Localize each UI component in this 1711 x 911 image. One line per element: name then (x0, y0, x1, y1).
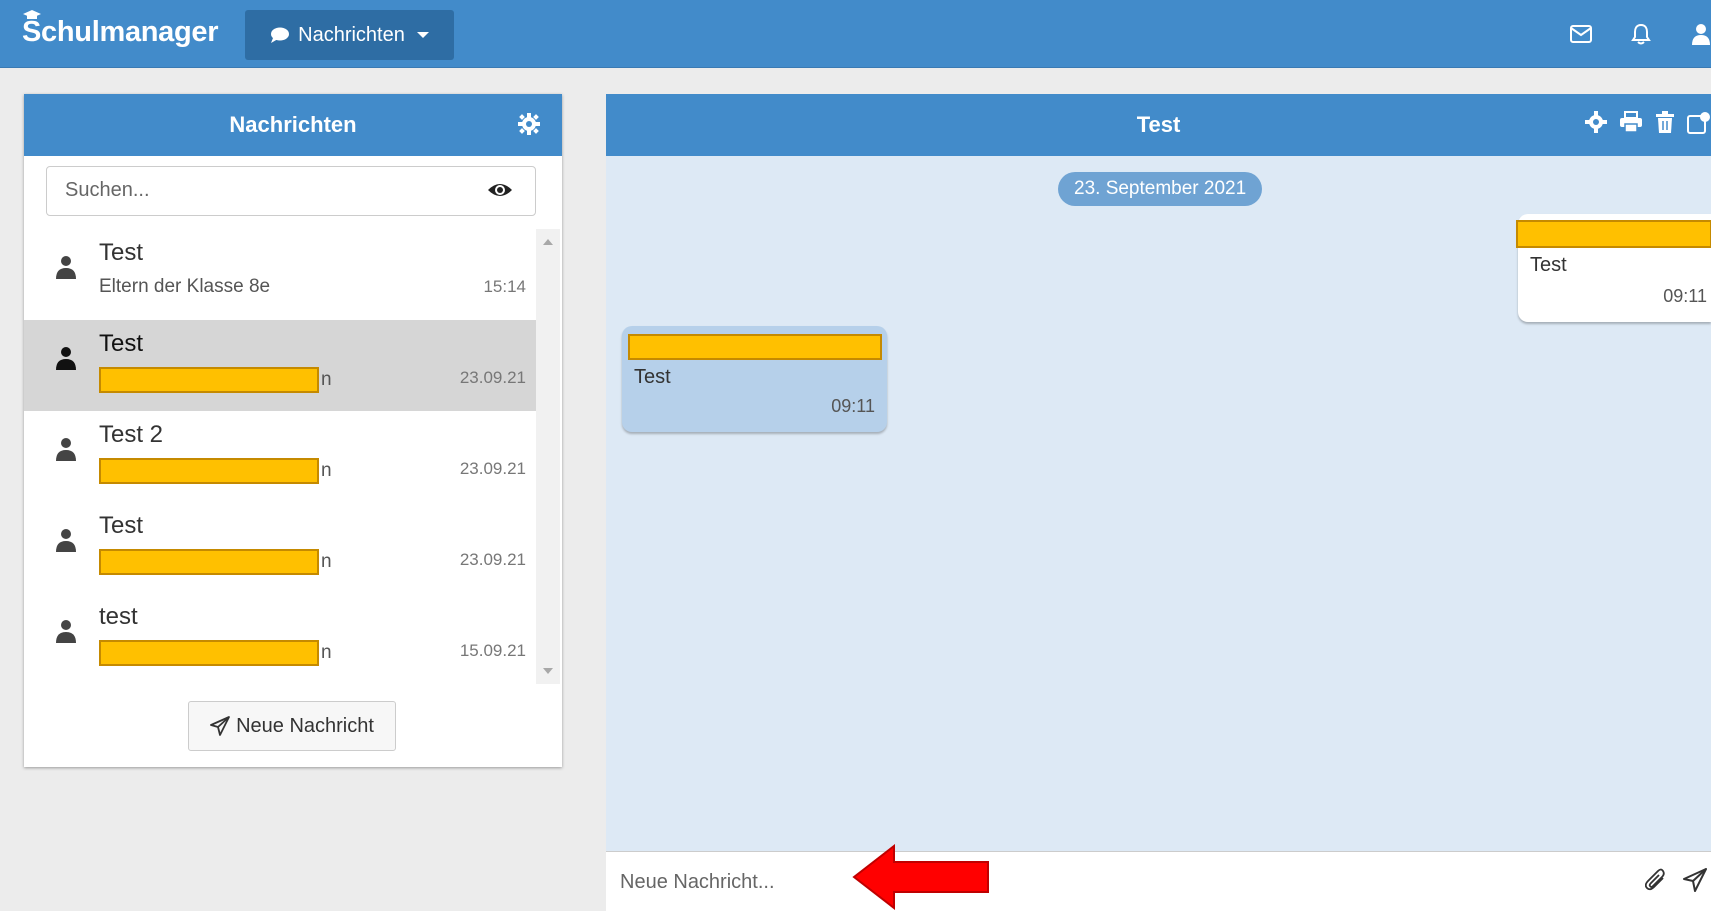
settings-gear-icon[interactable] (518, 113, 540, 135)
conversation-time: 23.09.21 (459, 368, 526, 387)
red-arrow-annotation (852, 844, 989, 910)
chat-panel: Test 23. September 2021 Test 09:11 Test … (606, 94, 1711, 911)
paperclip-icon[interactable] (1645, 868, 1667, 892)
conversations-header: Nachrichten (24, 94, 562, 156)
conversation-title: test (99, 603, 138, 630)
user-icon (56, 438, 76, 461)
conversation-subtitle: n (99, 458, 332, 484)
conversation-subtitle: Eltern der Klasse 8e (99, 276, 271, 297)
brand-logo[interactable]: Schulmanager (22, 10, 219, 49)
conversation-title: Test (99, 239, 144, 266)
brand-name: Schulmanager (22, 16, 219, 48)
send-paper-plane-icon[interactable] (1683, 868, 1707, 892)
message-composer (606, 851, 1711, 911)
conversation-subtitle: n (99, 367, 332, 393)
conversation-title: Test 2 (99, 421, 164, 448)
scroll-up-icon[interactable] (543, 239, 553, 245)
conversation-time: 23.09.21 (459, 459, 526, 478)
conversation-item-active[interactable]: Test n 23.09.21 (24, 320, 536, 411)
redaction-block (99, 458, 319, 484)
envelope-icon (1570, 25, 1592, 43)
received-message-bubble: Test 09:11 (622, 326, 887, 432)
mail-button[interactable] (1551, 18, 1611, 50)
new-message-label: Neue Nachricht (236, 714, 374, 737)
new-message-input[interactable] (618, 860, 1522, 904)
conversation-time: 15:14 (483, 277, 526, 296)
conversation-subtitle: n (99, 640, 332, 666)
bell-icon (1631, 23, 1651, 45)
notifications-button[interactable] (1611, 18, 1671, 50)
conversation-item[interactable]: Test 2 n 23.09.21 (24, 411, 536, 502)
conversation-subtitle: n (99, 549, 332, 575)
scroll-down-icon[interactable] (543, 668, 553, 674)
conversation-time: 23.09.21 (459, 550, 526, 569)
conversation-item[interactable]: Test Eltern der Klasse 8e 15:14 (24, 229, 536, 320)
user-icon (1692, 24, 1710, 45)
messages-nav-label: Nachrichten (298, 23, 405, 46)
eye-icon[interactable] (487, 181, 513, 199)
conversation-title: Test (99, 330, 144, 357)
user-icon (56, 529, 76, 552)
chat-title: Test (1136, 112, 1181, 137)
conversations-title: Nachrichten (229, 112, 357, 137)
print-icon[interactable] (1619, 111, 1643, 133)
conversation-item[interactable]: test n 15.09.21 (24, 593, 536, 684)
speech-bubble-icon (271, 27, 290, 43)
conversation-list: Test Eltern der Klasse 8e 15:14 Test n 2… (24, 229, 536, 684)
search-box (46, 166, 536, 216)
chat-header: Test (606, 94, 1711, 156)
message-text: Test (634, 366, 671, 388)
user-icon (56, 347, 76, 370)
new-message-button[interactable]: Neue Nachricht (188, 701, 396, 751)
message-text: Test (1530, 254, 1567, 276)
redaction-block (99, 549, 319, 575)
conversation-title: Test (99, 512, 144, 539)
conversations-panel: Nachrichten Test Eltern der Klasse (24, 94, 562, 767)
messages-nav-dropdown[interactable]: Nachrichten (245, 10, 454, 60)
user-menu-button[interactable] (1671, 18, 1711, 50)
graduation-cap-icon (23, 10, 41, 19)
top-navbar: Schulmanager Nachrichten (0, 0, 1711, 68)
user-icon (56, 620, 76, 643)
conversation-time: 15.09.21 (459, 641, 526, 660)
user-icon (56, 256, 76, 279)
own-message-bubble: Test 09:11 (1516, 214, 1711, 322)
trash-icon[interactable] (1655, 111, 1675, 133)
conversation-item[interactable]: Test n 23.09.21 (24, 502, 536, 593)
conversation-scrollbar[interactable] (536, 229, 560, 684)
caret-down-icon (416, 32, 429, 38)
date-separator: 23. September 2021 (1058, 172, 1263, 206)
redaction-block (99, 367, 319, 393)
search-input[interactable] (47, 167, 465, 213)
message-time: 09:11 (1663, 286, 1707, 306)
message-time: 09:11 (831, 396, 875, 416)
paper-plane-icon (210, 716, 230, 736)
redaction-block (628, 334, 882, 360)
redaction-block (1516, 220, 1711, 248)
settings-gear-icon[interactable] (1585, 111, 1607, 133)
new-window-icon[interactable] (1687, 111, 1711, 135)
redaction-block (99, 640, 319, 666)
